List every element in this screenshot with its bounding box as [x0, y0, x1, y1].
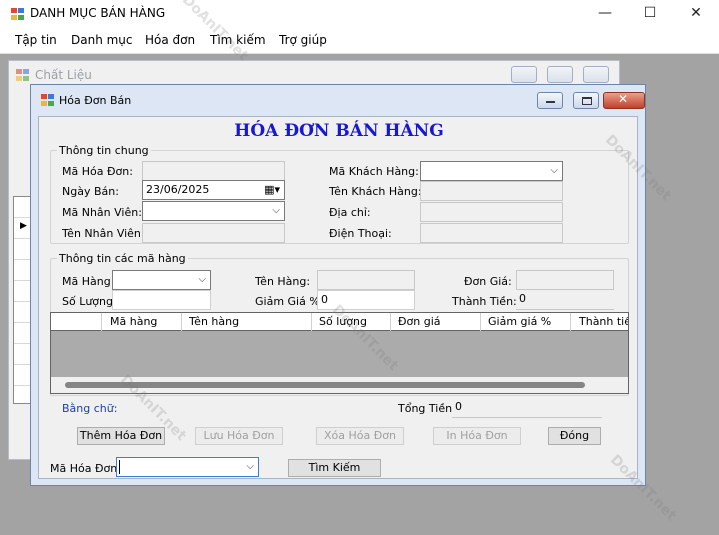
- menu-bar: Tập tin Danh mục Hóa đơn Tìm kiếm Trợ gi…: [0, 28, 719, 54]
- minimize-button[interactable]: —: [582, 0, 628, 28]
- chevron-down-icon[interactable]: ⌵: [246, 461, 254, 472]
- menu-file[interactable]: Tập tin: [15, 33, 57, 47]
- dialog-maximize-button[interactable]: [573, 92, 599, 109]
- material-window-title: Chất Liệu: [35, 68, 92, 82]
- back-minimize-button[interactable]: [511, 66, 537, 83]
- item-id-combo[interactable]: ⌵: [112, 270, 211, 290]
- main-window-title: DANH MỤC BÁN HÀNG: [30, 6, 166, 20]
- row-pointer-icon: ▶: [20, 221, 27, 231]
- menu-help[interactable]: Trợ giúp: [279, 33, 327, 47]
- column-header[interactable]: Tên hàng: [189, 315, 239, 328]
- calendar-icon[interactable]: ▦▾: [264, 183, 280, 196]
- in-words-label: Bằng chữ:: [62, 402, 118, 415]
- sales-invoice-window[interactable]: Hóa Đơn Bán ✕ HÓA ĐƠN BÁN HÀNG Thông tin…: [30, 84, 646, 486]
- delete-invoice-button[interactable]: Xóa Hóa Đơn: [316, 427, 404, 445]
- employee-name-label: Tên Nhân Viên:: [62, 227, 145, 240]
- form-heading: HÓA ĐƠN BÁN HÀNG: [234, 121, 444, 141]
- menu-catalog[interactable]: Danh mục: [71, 33, 133, 47]
- quantity-label: Số Lượng:: [62, 295, 117, 308]
- sale-date-label: Ngày Bán:: [62, 185, 119, 198]
- search-invoice-combo[interactable]: ⌵: [116, 457, 259, 477]
- add-invoice-button[interactable]: Thêm Hóa Đơn: [77, 427, 165, 445]
- sale-date-picker[interactable]: 23/06/2025 ▦▾: [142, 180, 285, 200]
- dialog-title: Hóa Đơn Bán: [59, 94, 132, 107]
- back-maximize-button[interactable]: [547, 66, 573, 83]
- customer-name-field[interactable]: [420, 181, 563, 201]
- discount-field[interactable]: 0: [317, 290, 415, 310]
- chevron-down-icon[interactable]: ⌵: [198, 274, 206, 285]
- sale-date-value: 23/06/2025: [146, 183, 210, 196]
- back-close-button[interactable]: [583, 66, 609, 83]
- app-icon: [11, 8, 24, 20]
- employee-id-combo[interactable]: ⌵: [142, 201, 285, 221]
- column-header[interactable]: Thành tiền: [579, 315, 628, 328]
- chevron-down-icon[interactable]: ⌵: [272, 205, 280, 216]
- employee-name-field[interactable]: [142, 223, 285, 243]
- line-total-field[interactable]: 0: [516, 290, 614, 310]
- unit-price-field[interactable]: [516, 270, 614, 290]
- line-total-label: Thành Tiền:: [452, 295, 517, 308]
- menu-invoice[interactable]: Hóa đơn: [145, 33, 195, 47]
- customer-id-combo[interactable]: ⌵: [420, 161, 563, 181]
- save-invoice-button[interactable]: Lưu Hóa Đơn: [195, 427, 283, 445]
- phone-label: Điện Thoại:: [329, 227, 392, 240]
- column-header[interactable]: Mã hàng: [110, 315, 157, 328]
- window-icon: [16, 69, 29, 81]
- item-id-label: Mã Hàng:: [62, 275, 115, 288]
- close-form-button[interactable]: Đóng: [548, 427, 601, 445]
- unit-price-label: Đơn Giá:: [464, 275, 512, 288]
- discount-label: Giảm Giá %:: [255, 295, 324, 308]
- address-field[interactable]: [420, 202, 563, 222]
- invoice-id-field[interactable]: [142, 161, 285, 181]
- employee-id-label: Mã Nhân Viên:: [62, 206, 142, 219]
- grand-total-field[interactable]: 0: [452, 398, 602, 418]
- dialog-close-button[interactable]: ✕: [603, 92, 645, 109]
- print-invoice-button[interactable]: In Hóa Đơn: [433, 427, 521, 445]
- items-info-legend: Thông tin các mã hàng: [57, 252, 188, 265]
- main-titlebar: DANH MỤC BÁN HÀNG — ☐ ✕: [0, 0, 719, 28]
- maximize-button[interactable]: ☐: [627, 0, 673, 28]
- item-name-field[interactable]: [317, 270, 415, 290]
- column-header[interactable]: Giảm giá %: [488, 315, 551, 328]
- general-info-legend: Thông tin chung: [57, 144, 151, 157]
- quantity-field[interactable]: [112, 290, 211, 310]
- dialog-icon: [41, 94, 54, 106]
- customer-id-label: Mã Khách Hàng:: [329, 165, 419, 178]
- search-invoice-label: Mã Hóa Đơn:: [50, 462, 121, 475]
- search-button[interactable]: Tìm Kiếm: [288, 459, 381, 477]
- invoice-id-label: Mã Hóa Đơn:: [62, 165, 133, 178]
- phone-field[interactable]: [420, 223, 563, 243]
- address-label: Địa chỉ:: [329, 206, 371, 219]
- item-name-label: Tên Hàng:: [255, 275, 311, 288]
- text-caret: [119, 460, 120, 474]
- customer-name-label: Tên Khách Hàng:: [329, 185, 422, 198]
- grand-total-label: Tổng Tiền:: [398, 402, 456, 415]
- chevron-down-icon[interactable]: ⌵: [550, 165, 558, 176]
- dialog-minimize-button[interactable]: [537, 92, 563, 109]
- column-header[interactable]: Đơn giá: [398, 315, 441, 328]
- close-button[interactable]: ✕: [673, 0, 719, 28]
